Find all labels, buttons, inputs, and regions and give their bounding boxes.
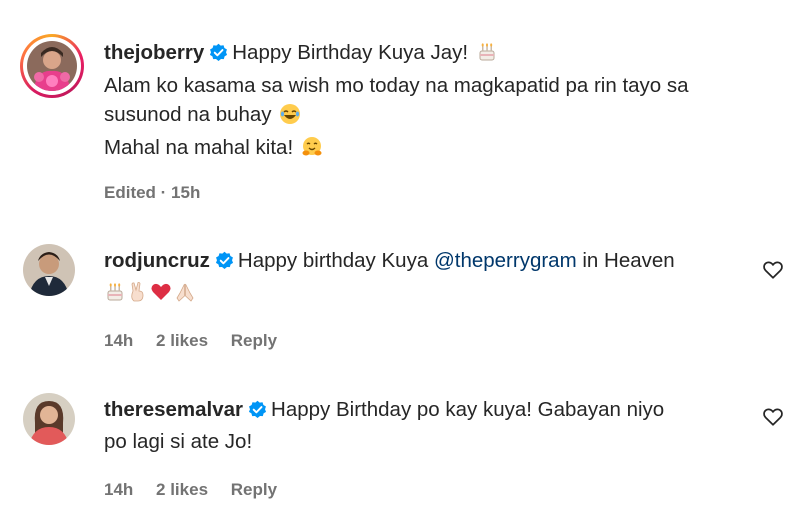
comment-meta: 14h 2 likes Reply [104, 480, 295, 500]
birthday-cake-icon [104, 281, 126, 311]
comment-line: Happy Birthday Kuya Jay! [232, 41, 469, 64]
comment-time: 14h [104, 331, 134, 350]
verified-badge-icon [248, 398, 267, 427]
story-ring[interactable] [20, 34, 84, 98]
comment-text: thejoberry Happy Birthday Kuya Jay! Alam … [104, 38, 744, 166]
verified-badge-icon [215, 249, 234, 278]
victory-hand-icon [128, 281, 148, 311]
comment-line: Mahal na mahal kita! [104, 136, 294, 159]
likes-count[interactable]: 2 likes [156, 480, 208, 499]
comment-text-before: Happy birthday Kuya [237, 249, 429, 272]
hugging-face-icon [301, 136, 323, 166]
avatar[interactable] [27, 41, 77, 91]
comment-line: po lagi si ate Jo! [104, 430, 253, 453]
avatar[interactable] [23, 244, 75, 296]
comment-text: theresemalvar Happy Birthday po kay kuya!… [104, 395, 744, 456]
birthday-cake-icon [476, 41, 498, 71]
reply-button[interactable]: Reply [231, 480, 277, 499]
comment-line: Happy Birthday po kay kuya! Gabayan niyo [271, 398, 665, 421]
edited-timestamp: Edited · 15h [104, 183, 201, 202]
like-heart-icon[interactable] [762, 259, 784, 281]
comment-text-after: in Heaven [582, 249, 675, 272]
username[interactable]: theresemalvar [104, 398, 243, 421]
comment-line: Alam ko kasama sa wish mo today na magka… [104, 74, 689, 97]
comment-text: rodjuncruz Happy birthday Kuya @theperryg… [104, 246, 744, 311]
username[interactable]: thejoberry [104, 41, 204, 64]
avatar[interactable] [23, 393, 75, 445]
like-heart-icon[interactable] [762, 406, 784, 428]
praying-hands-icon [174, 281, 196, 311]
reply-button[interactable]: Reply [231, 331, 277, 350]
likes-count[interactable]: 2 likes [156, 331, 208, 350]
username[interactable]: rodjuncruz [104, 249, 210, 272]
comment-meta: Edited · 15h [104, 183, 218, 203]
comment-meta: 14h 2 likes Reply [104, 331, 295, 351]
mention-link[interactable]: @theperrygram [434, 249, 577, 272]
comment-time: 14h [104, 480, 134, 499]
comment-line: susunod na buhay [104, 103, 272, 126]
laughing-face-icon [279, 103, 301, 133]
verified-badge-icon [209, 41, 228, 70]
red-heart-icon [150, 281, 172, 311]
